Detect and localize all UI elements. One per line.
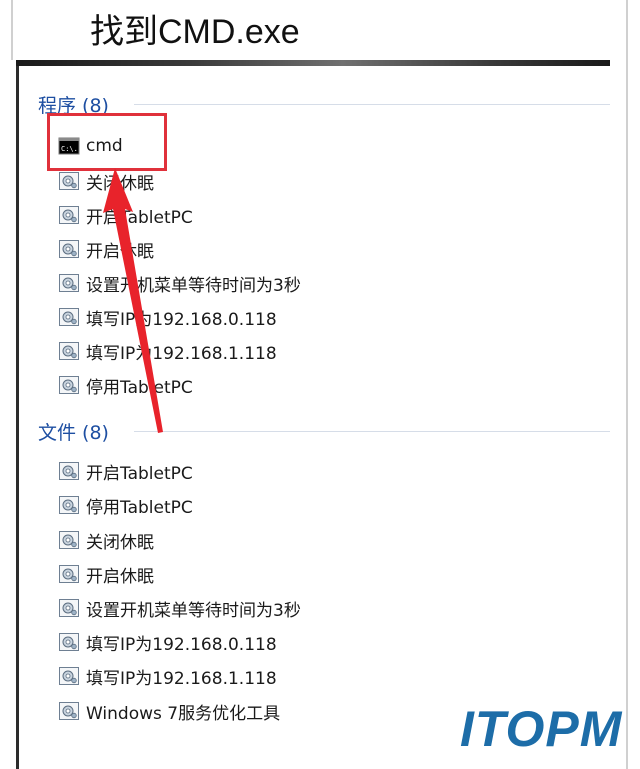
annotation-arrow xyxy=(103,168,163,433)
watermark-logo: ITOPM xyxy=(460,701,623,757)
